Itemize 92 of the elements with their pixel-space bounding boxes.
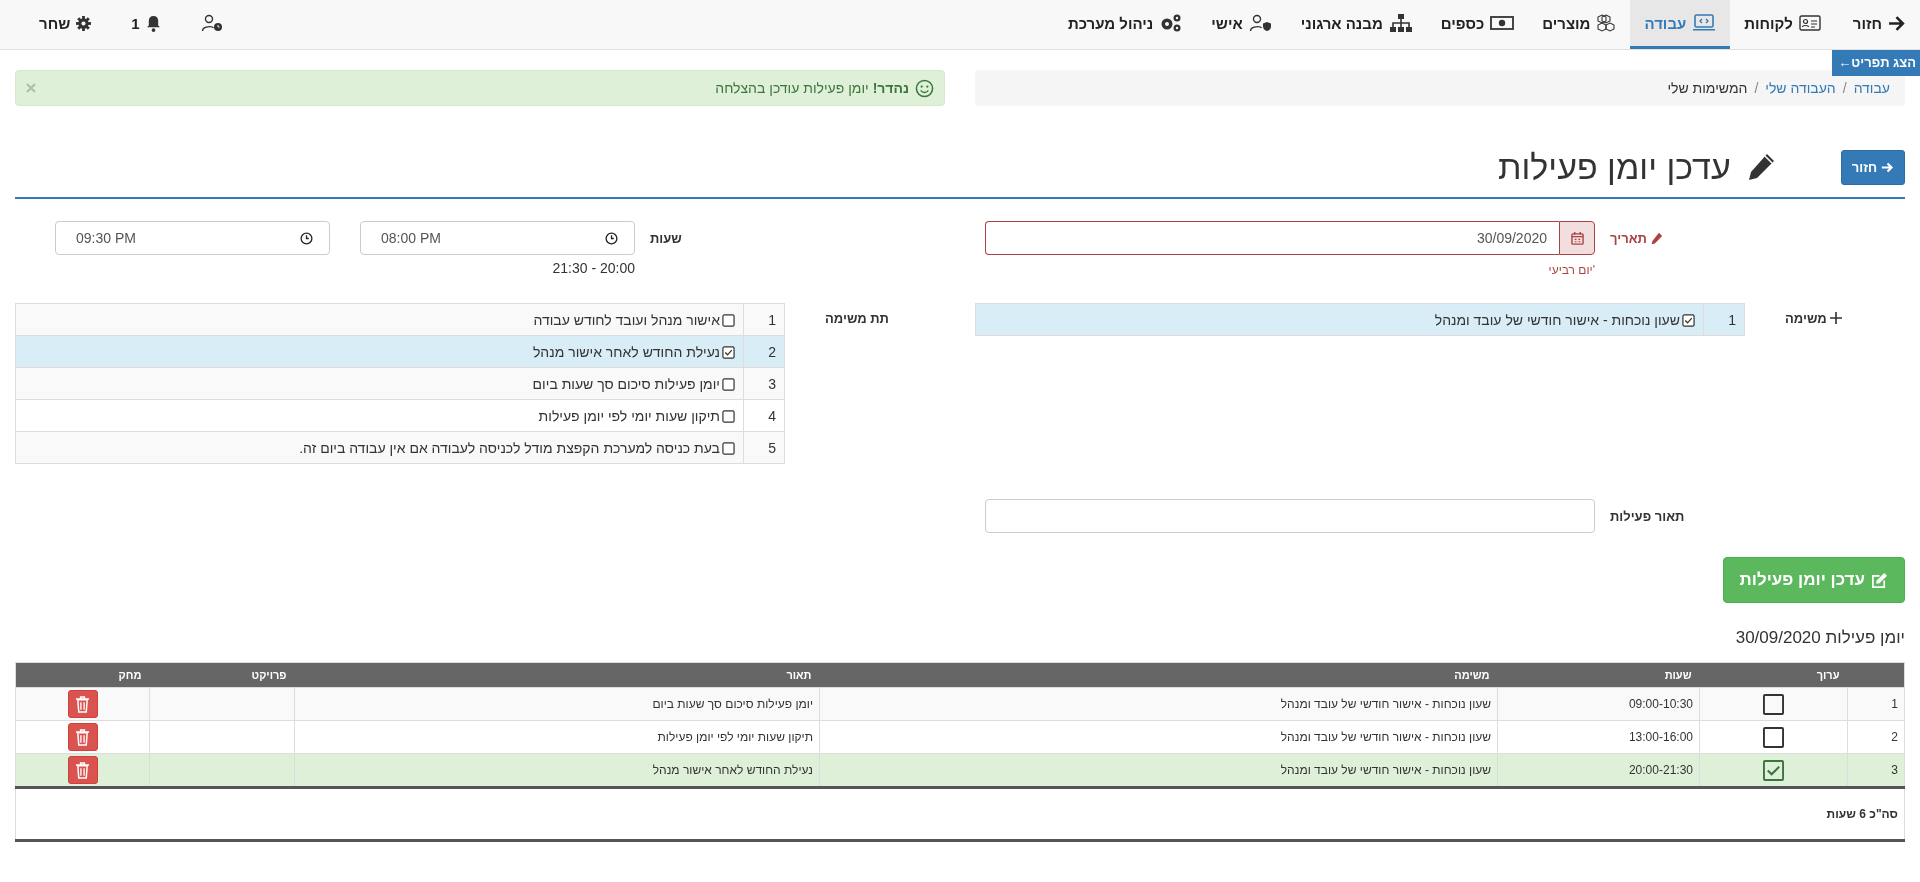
- table-cell: שעון נוכחות - אישור חודשי של עובד ומנהל: [819, 687, 1498, 721]
- alert-message: נהדר! יומן פעילות עודכן בהצלחה: [715, 80, 909, 96]
- subtask-option[interactable]: בעת כניסה למערכת הקפצת מודל לכניסה לעבודה אם אין עבודה ביום זה.: [15, 431, 744, 464]
- sitemap-icon: [1388, 13, 1413, 33]
- table-cell: 2: [1847, 720, 1905, 754]
- checkbox[interactable]: [722, 409, 735, 423]
- delete-button[interactable]: [67, 723, 98, 751]
- task-option[interactable]: שעון נוכחות - אישור חודשי של עובד ומנהל: [975, 303, 1704, 336]
- row-number: 4: [743, 399, 785, 432]
- hours-label: שעות: [649, 229, 683, 248]
- log-title: יומן פעילות 30/09/2020: [1735, 628, 1905, 649]
- checkbox[interactable]: [722, 377, 735, 391]
- edit-checkbox[interactable]: [1763, 759, 1784, 781]
- calendar-icon: [1570, 231, 1584, 245]
- arrow-right-icon: [1881, 160, 1894, 174]
- edit-checkbox[interactable]: [1763, 726, 1784, 748]
- row-number: 5: [743, 431, 785, 464]
- column-header: ערוך: [1699, 662, 1848, 688]
- edit-icon: [1871, 571, 1888, 589]
- clock-icon: [300, 231, 313, 245]
- checkbox[interactable]: [722, 313, 735, 327]
- row-number: 1: [1703, 303, 1745, 336]
- breadcrumb-separator: /: [1753, 80, 1760, 96]
- show-menu-button[interactable]: הצג תפריט←: [1832, 50, 1920, 76]
- settings-icon: [76, 15, 92, 31]
- row-number: 3: [743, 367, 785, 400]
- weekday-hint: יום רביעי': [1548, 263, 1595, 277]
- column-header: מחק: [15, 662, 150, 688]
- table-cell: יומן פעילות סיכום סך שעות ביום: [294, 687, 820, 721]
- table-cell: שעון נוכחות - אישור חודשי של עובד ומנהל: [819, 720, 1498, 754]
- edit-checkbox[interactable]: [1763, 693, 1784, 715]
- nav-tab[interactable]: כספים: [1426, 0, 1529, 49]
- calendar-button[interactable]: [1559, 221, 1595, 255]
- description-label: תאור פעילות: [1609, 507, 1686, 526]
- breadcrumb-link[interactable]: עבודה: [1853, 80, 1890, 96]
- table-cell: 09:00-10:30: [1497, 687, 1700, 721]
- notifications-link[interactable]: 1: [117, 0, 175, 49]
- arrow-right-icon: [1888, 14, 1905, 32]
- nav-tab[interactable]: אישי: [1197, 0, 1287, 49]
- user-menu-link[interactable]: שחר: [25, 0, 106, 49]
- time-range: 21:30 - 20:00: [552, 260, 635, 276]
- plus-icon[interactable]: [1829, 312, 1842, 324]
- table-cell: 13:00-16:00: [1497, 720, 1700, 754]
- page-title: עדכן יומן פעילות: [1498, 147, 1731, 187]
- start-time-field[interactable]: 08:00 PM: [360, 221, 635, 255]
- column-header: תאור: [294, 662, 820, 688]
- cubes-icon: [1596, 14, 1617, 32]
- date-label: תאריך: [1595, 221, 1905, 255]
- delete-button[interactable]: [67, 690, 98, 718]
- column-header: פרויקט: [149, 662, 295, 688]
- subtask-label: תת משימה: [824, 309, 890, 328]
- column-header: משימה: [819, 662, 1498, 688]
- subtask-option[interactable]: נעילת החודש לאחר אישור מנהל: [15, 335, 744, 368]
- table-cell: תיקון שעות יומי לפי יומן פעילות: [294, 720, 820, 754]
- delete-button[interactable]: [67, 756, 98, 784]
- smiley-icon: [915, 78, 934, 98]
- trash-icon: [75, 695, 90, 713]
- subtask-option[interactable]: יומן פעילות סיכום סך שעות ביום: [15, 367, 744, 400]
- id-card-icon: [1798, 15, 1821, 31]
- breadcrumb-link[interactable]: העבודה שלי: [1765, 80, 1836, 96]
- nav-tab[interactable]: מוצרים: [1528, 0, 1631, 49]
- date-field[interactable]: 30/09/2020: [985, 221, 1559, 255]
- table-cell: 1: [1847, 687, 1905, 721]
- checkbox[interactable]: [722, 441, 735, 455]
- user-clock-icon: [200, 14, 223, 32]
- laptop-icon: [1692, 14, 1717, 32]
- task-label: משימה: [1745, 303, 1905, 333]
- total-hours: סה"כ 6 שעות: [1826, 807, 1898, 821]
- row-number: 1: [743, 303, 785, 336]
- description-field[interactable]: [985, 499, 1595, 533]
- back-button[interactable]: חזור: [1840, 149, 1905, 185]
- clock-icon: [605, 231, 618, 245]
- pencil-icon: [1649, 231, 1663, 245]
- checkbox[interactable]: [1682, 313, 1695, 327]
- nav-tab[interactable]: לקוחות: [1730, 0, 1835, 49]
- trash-icon: [75, 761, 90, 779]
- trash-icon: [75, 728, 90, 746]
- checkbox[interactable]: [722, 345, 735, 359]
- nav-tab[interactable]: מבנה ארגוני: [1286, 0, 1427, 49]
- banknote-icon: [1490, 16, 1515, 30]
- user-shield-icon: [1248, 14, 1273, 32]
- row-number: 2: [743, 335, 785, 368]
- subtask-option[interactable]: אישור מנהל ועובד לחודש עבודה: [15, 303, 744, 336]
- back-link[interactable]: חזור: [1834, 0, 1905, 49]
- breadcrumb-separator: /: [1841, 80, 1848, 96]
- subtask-option[interactable]: תיקון שעות יומי לפי יומן פעילות: [15, 399, 744, 432]
- end-time-field[interactable]: 09:30 PM: [55, 221, 330, 255]
- current-page-label: המשימות שלי: [1667, 80, 1748, 96]
- bell-icon: [145, 14, 161, 32]
- nav-tab[interactable]: עבודה: [1630, 0, 1731, 49]
- column-header: שעות: [1497, 662, 1700, 688]
- nav-tab[interactable]: ניהול מערכת: [1053, 0, 1198, 49]
